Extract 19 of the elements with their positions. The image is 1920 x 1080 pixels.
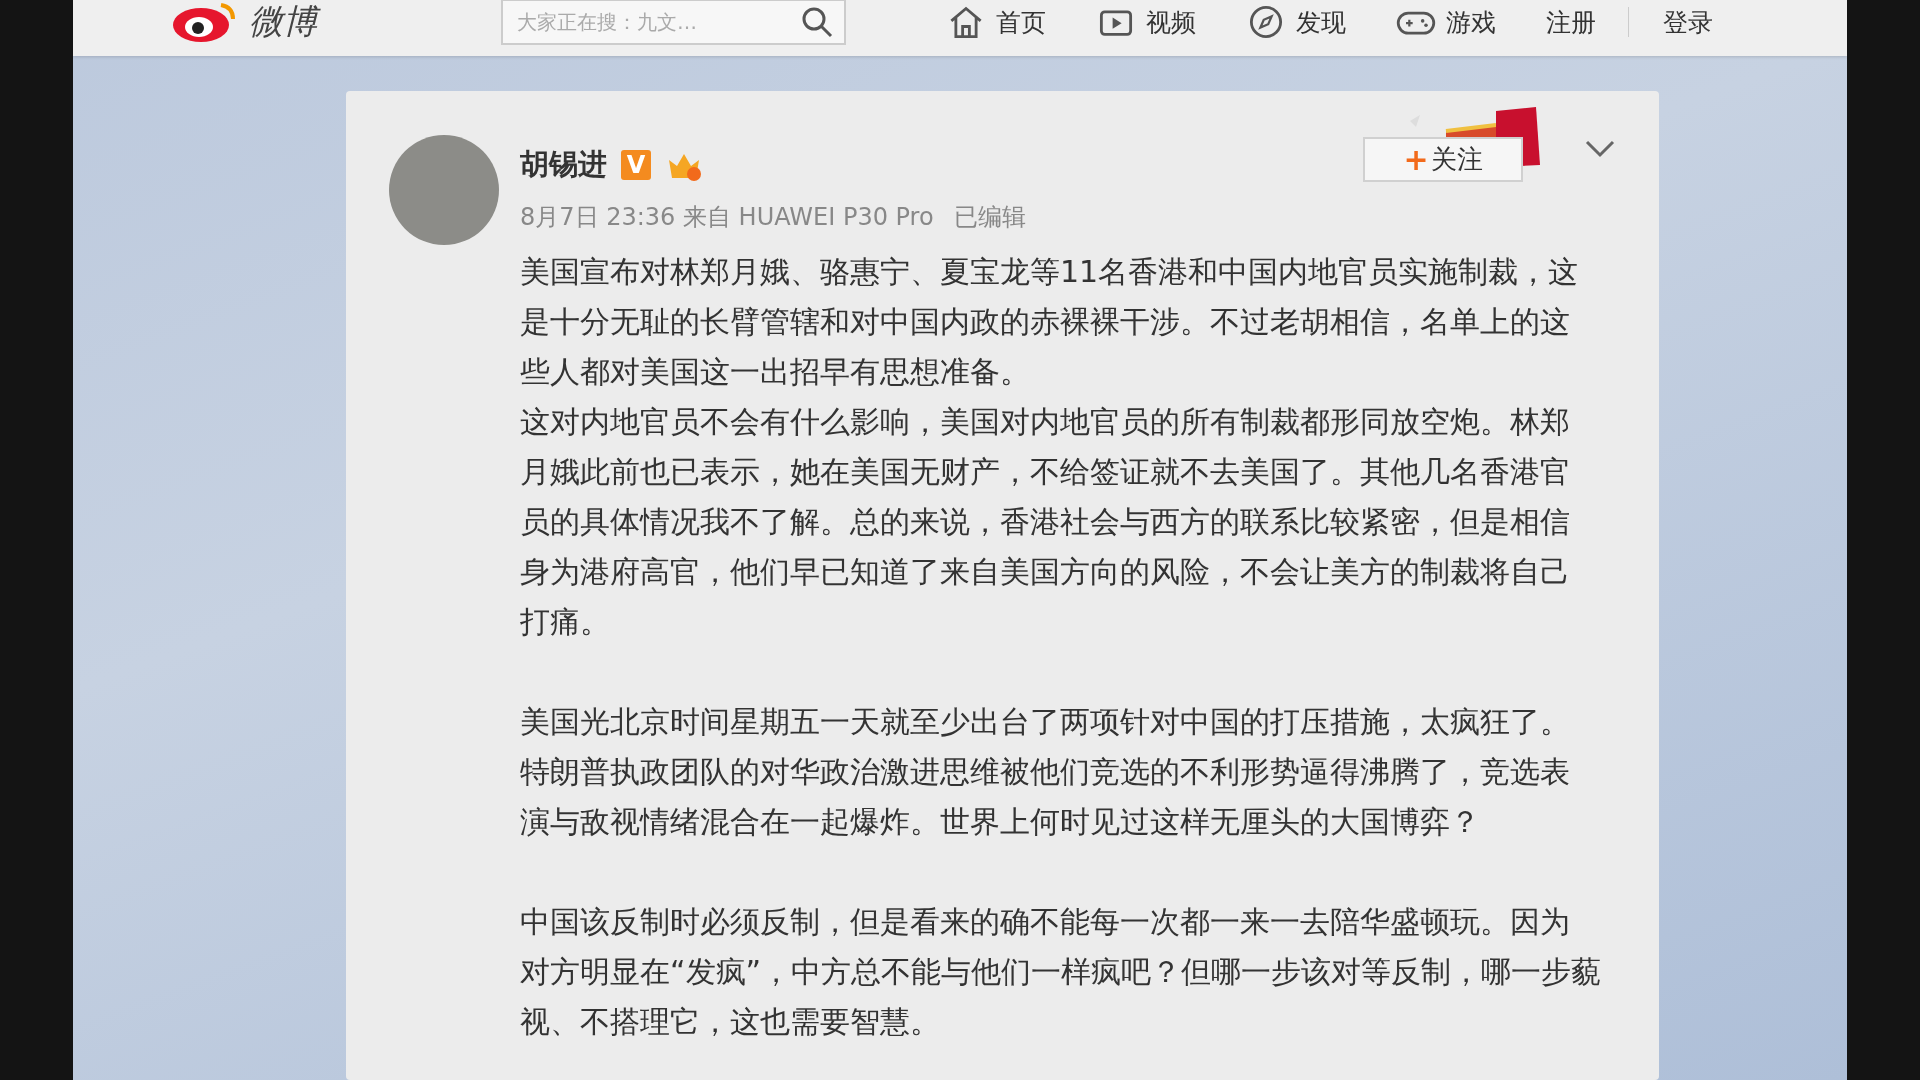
edited-label: 已编辑 (953, 202, 1026, 233)
nav-link[interactable]: 游戏 (1396, 4, 1496, 40)
chevron-down-icon[interactable] (1584, 139, 1616, 159)
post-meta: 8月7日 23:36 来自 HUAWEI P30 Pro (520, 202, 934, 233)
eye-logo-icon (171, 1, 237, 43)
post-paragraph: 美国光北京时间星期五一天就至少出台了两项针对中国的打压措施，太疯狂了。 特朗普执政团队的对华政治激进思维被他们竞选的不利形势逼得沸腾了，竞选表 演与敌视情绪混合在一起爆炸。世界上何时见过这样无厘头的大国博弈？ (520, 703, 1571, 841)
search-icon[interactable] (800, 5, 834, 39)
post-paragraph: 美国宣布对林郑月娥、骆惠宁、夏宝龙等11名香港和中国内地官员实施制裁，这 是十分无耻的长臂管辖和对中国内政的赤裸裸干涉。不过老胡相信，名单上的这 些人都对美国这一出招早有思想准备。 (520, 253, 1580, 391)
nav-link[interactable]: 首页 (946, 4, 1046, 40)
nav-link[interactable]: 视频 (1096, 4, 1196, 40)
nav-link[interactable]: 登录 (1663, 5, 1713, 39)
nav-link[interactable]: 注册 (1546, 5, 1596, 39)
nav-link[interactable]: 发现 (1246, 4, 1346, 40)
verified-badge: V (621, 150, 651, 180)
author-name[interactable]: 胡锡进 (520, 145, 607, 185)
post-paragraph: 这对内地官员不会有什么影响，美国对内地官员的所有制裁都形同放空炮。林郑 月娥此前也已表示，她在美国无财产，不给签证就不去美国了。其他几名香港官 员的具体情况我不了解。总的来说，香港社会与西方的联系比较紧密，但是相信 身为港府高官，他们早已知道了来自美国方向的风险，不会让美方的制裁将自己 打痛。 (520, 403, 1571, 641)
post-paragraph: 中国该反制时必须反制，但是看来的确不能每一次都一来一去陪华盛顿玩。因为 对方明显在“发疯”，中方总不能与他们一样疯吧？但哪一步该对等反制，哪一步藐 视、不搭理它，这也需要智慧。 (520, 903, 1602, 1041)
follow-button[interactable]: +关注 (1363, 137, 1523, 182)
search-field[interactable]: 大家正在搜：九文… (501, 0, 846, 45)
